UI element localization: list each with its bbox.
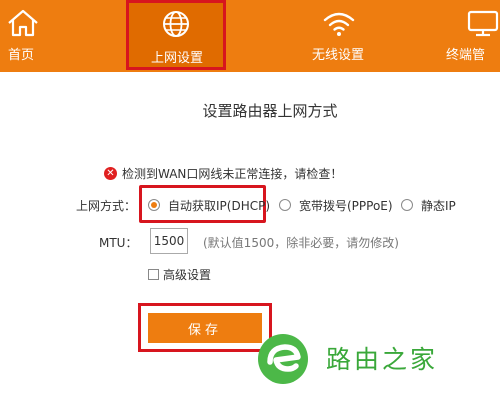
connection-mode-label: 上网方式： <box>76 199 137 213</box>
nav-item-terminal-management[interactable]: 终端管 <box>438 0 500 72</box>
radio-label-pppoe: 宽带拨号(PPPoE) <box>299 198 393 213</box>
nav-item-wireless-settings[interactable]: 无线设置 <box>290 0 400 72</box>
nav-item-label: 无线设置 <box>312 48 365 63</box>
radio-button-static-ip[interactable] <box>401 199 413 211</box>
nav-item-home[interactable]: 首页 <box>0 0 90 72</box>
warning-text: 检测到WAN口网线未正常连接，请检查！ <box>122 167 343 181</box>
radio-button-dhcp[interactable] <box>148 199 160 211</box>
save-button[interactable]: 保存 <box>148 313 262 343</box>
radio-button-pppoe[interactable] <box>279 199 291 211</box>
watermark: 路由之家 <box>256 330 496 390</box>
nav-item-internet-settings[interactable]: 上网设置 <box>126 0 226 70</box>
home-icon <box>8 9 38 37</box>
advanced-settings-toggle[interactable]: 高级设置 <box>148 267 212 282</box>
mtu-label: MTU： <box>99 236 138 250</box>
radio-label-static-ip: 静态IP <box>421 198 456 213</box>
nav-item-label: 上网设置 <box>151 51 204 66</box>
error-icon: ✕ <box>104 167 117 180</box>
mtu-hint: (默认值1500，除非必要，请勿修改) <box>203 236 399 250</box>
watermark-text: 路由之家 <box>326 345 439 374</box>
advanced-settings-checkbox[interactable] <box>148 268 159 280</box>
radio-pppoe[interactable]: 宽带拨号(PPPoE) <box>279 196 393 214</box>
router-home-logo-icon <box>258 334 308 384</box>
save-button-highlight: 保存 <box>138 303 272 352</box>
advanced-settings-label: 高级设置 <box>163 267 212 282</box>
wan-warning-message: ✕ 检测到WAN口网线未正常连接，请检查！ <box>104 165 342 182</box>
globe-icon <box>163 11 189 37</box>
monitor-icon <box>467 10 499 37</box>
nav-item-label: 首页 <box>8 48 35 63</box>
nav-item-label: 终端管 <box>446 48 486 63</box>
mtu-input[interactable] <box>150 228 188 254</box>
radio-static-ip[interactable]: 静态IP <box>401 196 456 214</box>
wifi-icon <box>323 12 355 36</box>
page-title: 设置路由器上网方式 <box>202 102 338 120</box>
radio-label-dhcp: 自动获取IP(DHCP) <box>168 198 271 213</box>
radio-dhcp[interactable]: 自动获取IP(DHCP) <box>148 196 270 214</box>
top-nav-bar: 首页 上网设置 无线设置 终端管 <box>0 0 500 72</box>
